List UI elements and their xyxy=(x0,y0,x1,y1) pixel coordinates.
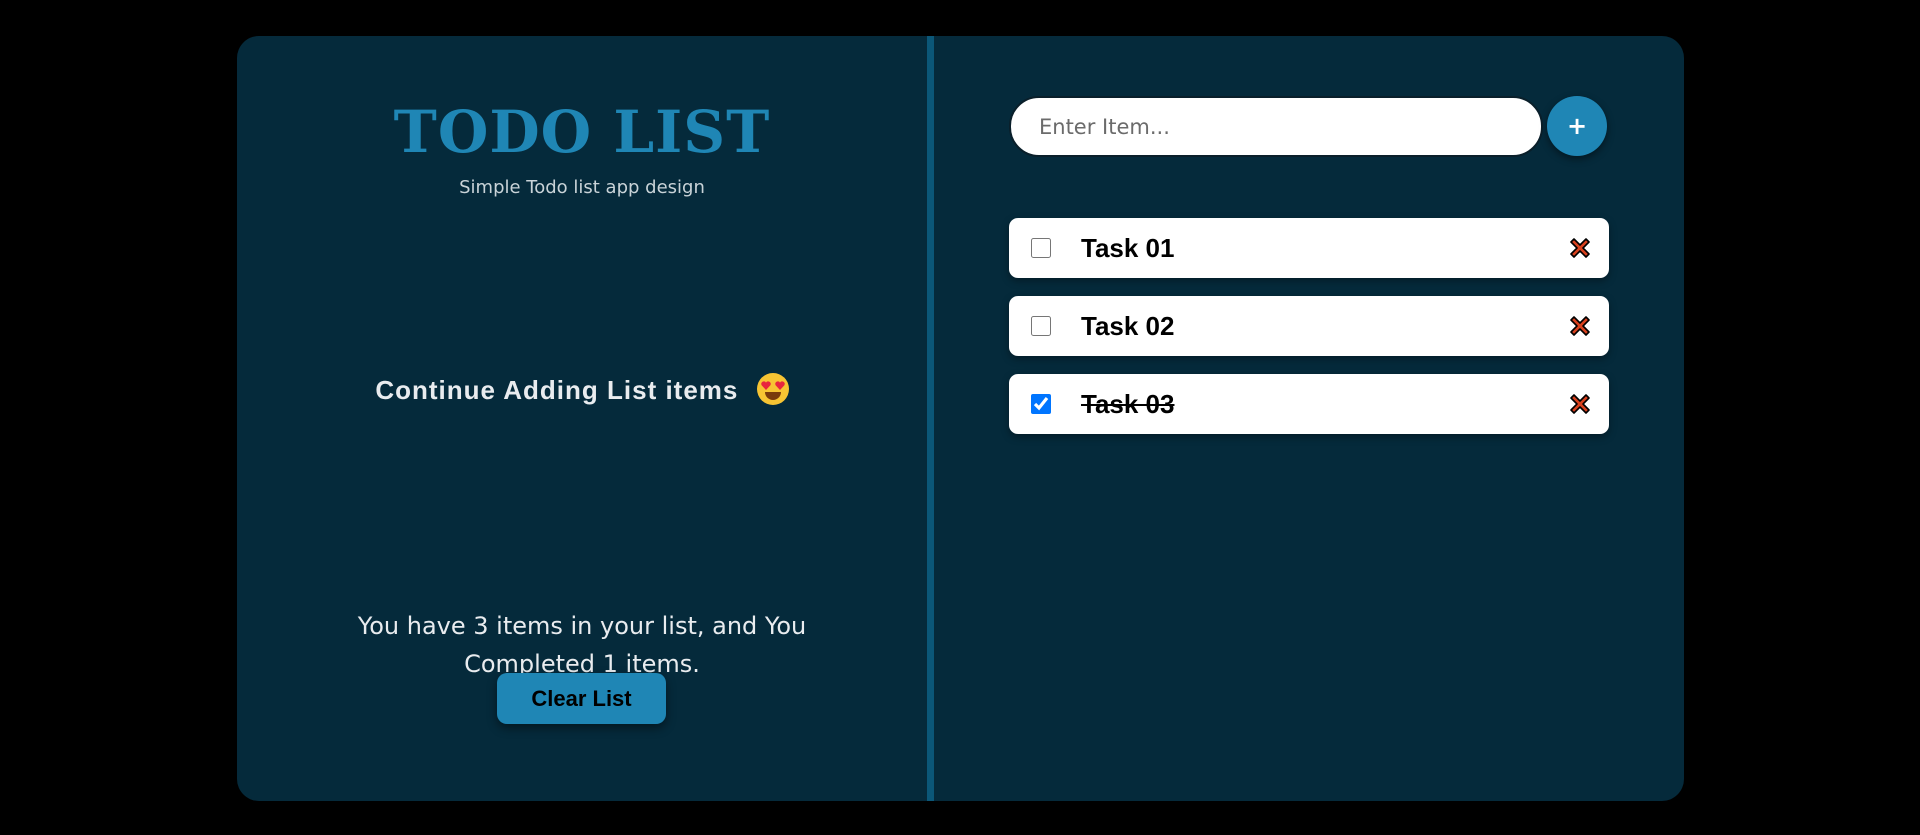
todo-app-card: TODO LIST Simple Todo list app design Co… xyxy=(237,36,1684,801)
task-item: Task 03 xyxy=(1009,374,1609,434)
continue-message-text: Continue Adding List items xyxy=(375,375,739,405)
list-summary: You have 3 items in your list, and You C… xyxy=(237,607,927,683)
task-label: Task 01 xyxy=(1081,233,1175,263)
new-item-input[interactable] xyxy=(1009,96,1543,157)
info-panel: TODO LIST Simple Todo list app design Co… xyxy=(237,36,927,801)
task-item: Task 02 xyxy=(1009,296,1609,356)
delete-x-icon[interactable] xyxy=(1567,313,1593,339)
task-checkbox[interactable] xyxy=(1031,394,1051,414)
heart-eye-left-icon xyxy=(760,381,771,390)
task-label: Task 03 xyxy=(1081,389,1175,419)
task-label: Task 02 xyxy=(1081,311,1175,341)
task-checkbox[interactable] xyxy=(1031,238,1051,258)
app-title: TODO LIST xyxy=(393,98,771,166)
task-item: Task 01 xyxy=(1009,218,1609,278)
emoji-mouth xyxy=(764,392,781,400)
clear-list-button[interactable]: Clear List xyxy=(497,673,666,724)
task-checkbox[interactable] xyxy=(1031,316,1051,336)
heart-eye-right-icon xyxy=(774,381,785,390)
delete-x-icon[interactable] xyxy=(1567,235,1593,261)
heart-eyes-emoji-icon xyxy=(756,373,789,405)
continue-message: Continue Adding List items xyxy=(237,373,927,406)
task-panel: + Task 01 Task 02 Task 03 xyxy=(934,36,1684,801)
panel-divider xyxy=(927,36,934,801)
delete-x-icon[interactable] xyxy=(1567,391,1593,417)
add-item-button[interactable]: + xyxy=(1547,96,1607,156)
summary-line-1: You have 3 items in your list, and You xyxy=(357,612,807,640)
app-subtitle: Simple Todo list app design xyxy=(459,177,705,198)
